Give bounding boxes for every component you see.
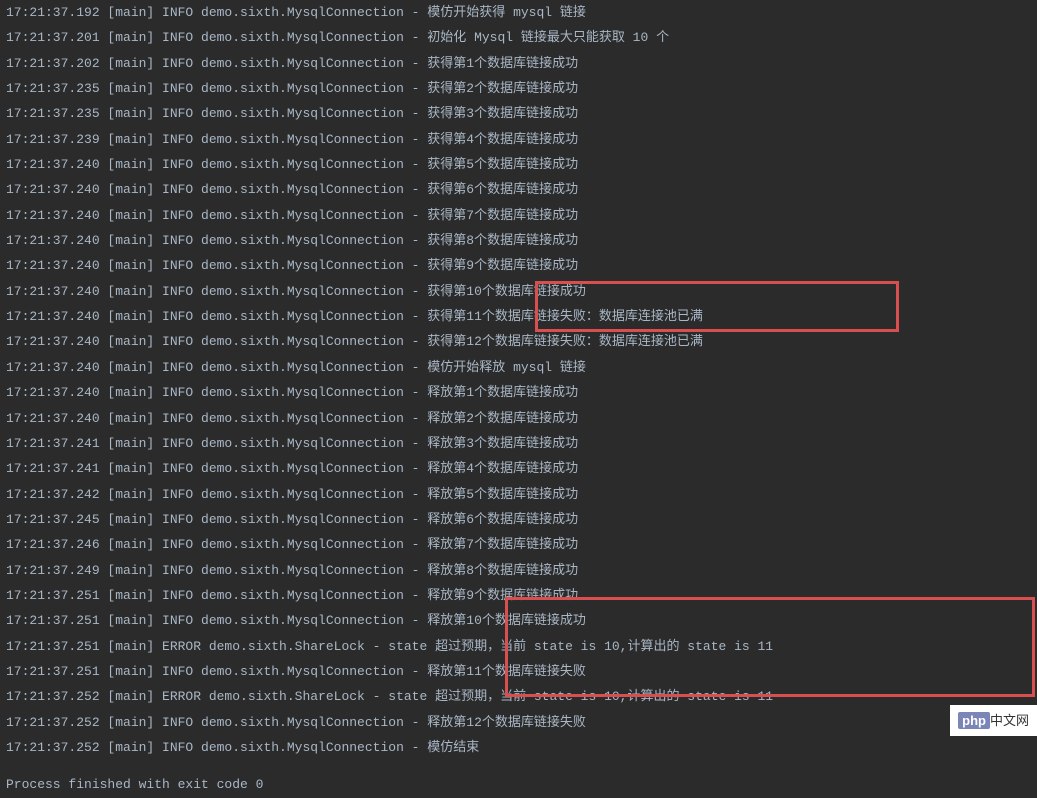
log-line: 17:21:37.240 [main] INFO demo.sixth.Mysq… bbox=[6, 253, 1031, 278]
log-line: 17:21:37.239 [main] INFO demo.sixth.Mysq… bbox=[6, 127, 1031, 152]
log-line: 17:21:37.240 [main] INFO demo.sixth.Mysq… bbox=[6, 228, 1031, 253]
log-line: 17:21:37.251 [main] ERROR demo.sixth.Sha… bbox=[6, 634, 1031, 659]
log-line: 17:21:37.240 [main] INFO demo.sixth.Mysq… bbox=[6, 203, 1031, 228]
watermark: php中文网 bbox=[950, 705, 1037, 736]
log-line: 17:21:37.251 [main] INFO demo.sixth.Mysq… bbox=[6, 583, 1031, 608]
watermark-suffix: 中文网 bbox=[990, 713, 1029, 728]
log-line: 17:21:37.240 [main] INFO demo.sixth.Mysq… bbox=[6, 380, 1031, 405]
log-line: 17:21:37.241 [main] INFO demo.sixth.Mysq… bbox=[6, 431, 1031, 456]
log-line: 17:21:37.251 [main] INFO demo.sixth.Mysq… bbox=[6, 659, 1031, 684]
log-line: 17:21:37.240 [main] INFO demo.sixth.Mysq… bbox=[6, 329, 1031, 354]
log-line: 17:21:37.246 [main] INFO demo.sixth.Mysq… bbox=[6, 532, 1031, 557]
log-line: 17:21:37.240 [main] INFO demo.sixth.Mysq… bbox=[6, 279, 1031, 304]
watermark-brand: php bbox=[958, 712, 990, 729]
log-line: 17:21:37.252 [main] ERROR demo.sixth.Sha… bbox=[6, 684, 1031, 709]
log-line: 17:21:37.252 [main] INFO demo.sixth.Mysq… bbox=[6, 735, 1031, 760]
log-line: 17:21:37.251 [main] INFO demo.sixth.Mysq… bbox=[6, 608, 1031, 633]
log-line: 17:21:37.249 [main] INFO demo.sixth.Mysq… bbox=[6, 558, 1031, 583]
log-line: 17:21:37.240 [main] INFO demo.sixth.Mysq… bbox=[6, 152, 1031, 177]
log-line: 17:21:37.202 [main] INFO demo.sixth.Mysq… bbox=[6, 51, 1031, 76]
log-line: 17:21:37.240 [main] INFO demo.sixth.Mysq… bbox=[6, 355, 1031, 380]
log-line: 17:21:37.235 [main] INFO demo.sixth.Mysq… bbox=[6, 101, 1031, 126]
log-line: 17:21:37.240 [main] INFO demo.sixth.Mysq… bbox=[6, 177, 1031, 202]
log-line: 17:21:37.201 [main] INFO demo.sixth.Mysq… bbox=[6, 25, 1031, 50]
log-line: 17:21:37.241 [main] INFO demo.sixth.Mysq… bbox=[6, 456, 1031, 481]
log-line: 17:21:37.252 [main] INFO demo.sixth.Mysq… bbox=[6, 710, 1031, 735]
process-exit-line: Process finished with exit code 0 bbox=[6, 772, 1031, 797]
log-line: 17:21:37.192 [main] INFO demo.sixth.Mysq… bbox=[6, 0, 1031, 25]
log-line: 17:21:37.242 [main] INFO demo.sixth.Mysq… bbox=[6, 482, 1031, 507]
log-line: 17:21:37.240 [main] INFO demo.sixth.Mysq… bbox=[6, 304, 1031, 329]
log-line: 17:21:37.240 [main] INFO demo.sixth.Mysq… bbox=[6, 406, 1031, 431]
log-line: 17:21:37.245 [main] INFO demo.sixth.Mysq… bbox=[6, 507, 1031, 532]
console-output: 17:21:37.192 [main] INFO demo.sixth.Mysq… bbox=[6, 0, 1031, 760]
log-line: 17:21:37.235 [main] INFO demo.sixth.Mysq… bbox=[6, 76, 1031, 101]
